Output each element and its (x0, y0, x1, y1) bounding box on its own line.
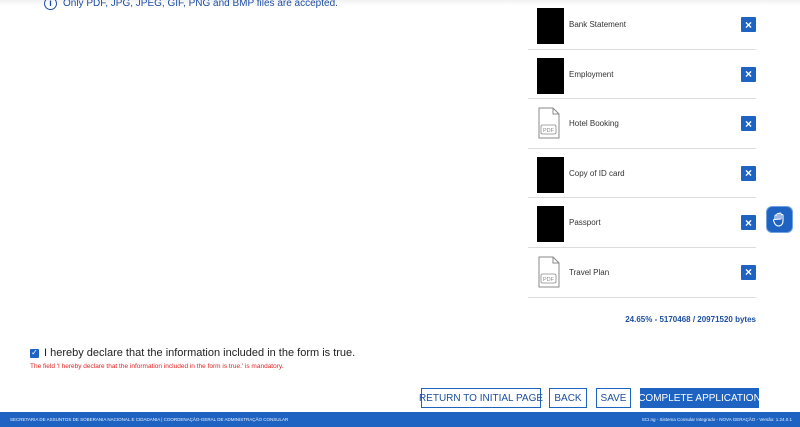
accessibility-button[interactable] (767, 207, 792, 232)
close-icon: × (744, 116, 752, 131)
uploaded-files-list: Bank Statement × Employment × PDF Hotel … (528, 0, 756, 298)
footer-right-text: SCI.ng - Sistema Consular Integrado - NO… (641, 417, 792, 422)
info-icon: i (44, 0, 57, 10)
file-item: Copy of ID card × (528, 149, 756, 199)
page: i Only PDF, JPG, JPEG, GIF, PNG and BMP … (0, 0, 800, 427)
checkmark-icon: ✓ (31, 348, 38, 357)
pdf-file-icon: PDF (538, 256, 560, 288)
file-name: Passport (569, 218, 601, 228)
pdf-file-icon: PDF (538, 107, 560, 139)
file-thumbnail (537, 156, 564, 193)
complete-application-button[interactable]: COMPLETE APPLICATION (638, 388, 761, 408)
file-item: Passport × (528, 198, 756, 248)
file-item: PDF Hotel Booking × (528, 99, 756, 149)
close-icon: × (744, 166, 752, 181)
svg-text:PDF: PDF (543, 277, 555, 283)
file-thumbnail (537, 57, 564, 94)
remove-file-button[interactable]: × (741, 17, 756, 32)
remove-file-button[interactable]: × (741, 66, 756, 82)
remove-file-button[interactable]: × (741, 264, 756, 280)
back-button[interactable]: BACK (549, 388, 587, 408)
declaration-error: The field 'I hereby declare that the inf… (30, 363, 284, 370)
close-icon: × (744, 215, 752, 230)
declaration-checkbox[interactable]: ✓ (30, 348, 39, 358)
close-icon: × (744, 67, 752, 82)
file-name: Employment (569, 69, 614, 79)
upload-note: i Only PDF, JPG, JPEG, GIF, PNG and BMP … (44, 0, 484, 13)
return-initial-page-button[interactable]: RETURN TO INITIAL PAGE (419, 388, 543, 408)
file-name: Travel Plan (569, 267, 610, 277)
file-name: Copy of ID card (569, 168, 625, 178)
file-thumbnail (537, 206, 564, 243)
file-name: Hotel Booking (569, 119, 619, 129)
file-name: Bank Statement (569, 20, 626, 29)
hand-sign-icon (772, 212, 784, 227)
footer-bar: SECRETARIA DE ASSUNTOS DE SOBERANIA NACI… (0, 412, 800, 427)
upload-note-text: Only PDF, JPG, JPEG, GIF, PNG and BMP fi… (63, 0, 338, 9)
declaration-label: I hereby declare that the information in… (44, 347, 356, 359)
storage-usage: 24.65% - 5170468 / 20971520 bytes (625, 315, 756, 324)
file-item: Bank Statement × (528, 0, 756, 50)
file-thumbnail (537, 8, 564, 44)
save-button[interactable]: SAVE (596, 388, 631, 408)
remove-file-button[interactable]: × (741, 215, 756, 231)
remove-file-button[interactable]: × (741, 116, 756, 132)
footer-left-text: SECRETARIA DE ASSUNTOS DE SOBERANIA NACI… (10, 417, 289, 422)
svg-text:PDF: PDF (543, 128, 555, 134)
remove-file-button[interactable]: × (741, 165, 756, 181)
declaration-row: ✓ I hereby declare that the information … (30, 347, 355, 359)
file-item: Employment × (528, 50, 756, 100)
close-icon: × (744, 17, 752, 32)
file-item: PDF Travel Plan × (528, 248, 756, 298)
close-icon: × (744, 265, 752, 280)
